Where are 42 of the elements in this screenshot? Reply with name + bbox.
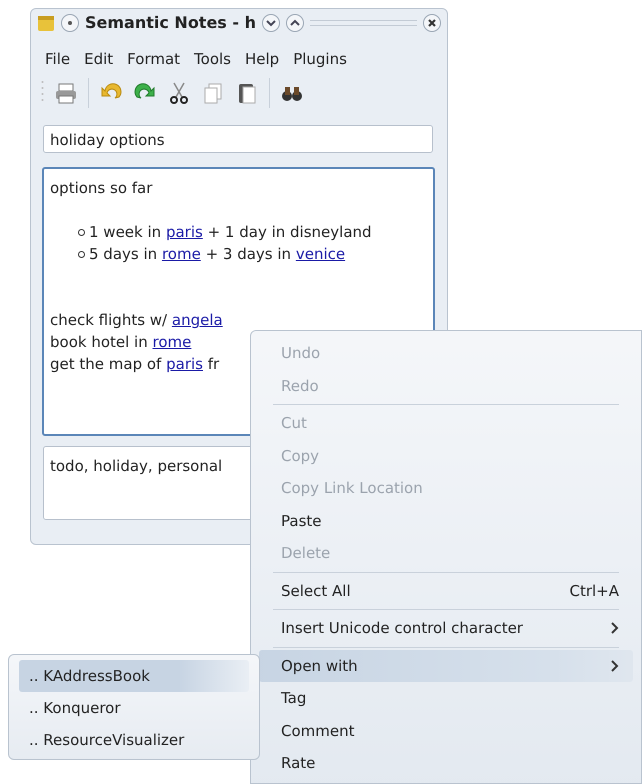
chevron-up-icon [290,19,300,27]
menu-item[interactable]: Insert Unicode control character [259,612,633,644]
text-line: 1 week in paris + 1 day in disneyland [89,222,372,243]
menu-item[interactable]: .. ResourceVisualizer [19,724,249,756]
menu-item[interactable]: File [45,45,70,73]
menu-item[interactable]: Rate [259,747,633,780]
title-field[interactable]: holiday options [43,125,433,153]
minimize-button[interactable] [262,14,280,32]
text-line: get the map of paris fr [50,355,220,373]
menu-item[interactable]: Help [244,45,280,73]
scissors-icon[interactable] [167,81,191,105]
text-line: 5 days in rome + 3 days in venice [89,244,346,265]
print-icon[interactable] [54,81,78,105]
text-line: options so far [50,179,152,197]
link[interactable]: venice [296,245,346,263]
maximize-button[interactable] [286,14,304,32]
dot-icon [68,21,72,25]
close-icon [427,18,437,28]
menu-item[interactable]: Format [127,45,180,73]
menu-item[interactable]: Open with [259,650,633,682]
text-line: check flights w/ angela [50,311,223,329]
menu-item[interactable]: .. Konqueror [19,692,249,724]
bullet-icon [78,250,85,258]
link[interactable]: paris [166,223,203,241]
chevron-down-icon [266,19,276,27]
link[interactable]: rome [162,245,201,263]
menu-item[interactable]: .. KAddressBook [19,660,249,692]
close-button[interactable] [423,14,441,32]
text-line: book hotel in rome [50,333,192,351]
menu-item[interactable]: Tools [194,45,231,73]
menu-button[interactable] [61,14,79,32]
menu-item[interactable]: Comment [259,714,633,747]
window-title: Semantic Notes - h [85,12,256,34]
menu-item[interactable]: Select All Ctrl+A [259,574,633,607]
link[interactable]: angela [172,311,223,329]
link[interactable]: paris [166,355,203,373]
notes-icon [37,14,55,32]
bullet-icon [78,228,85,236]
link[interactable]: rome [152,333,192,351]
menu-item[interactable]: Edit [84,45,114,73]
menu-item[interactable]: Tag [259,682,633,714]
menu-item[interactable]: Plugins [293,45,347,73]
